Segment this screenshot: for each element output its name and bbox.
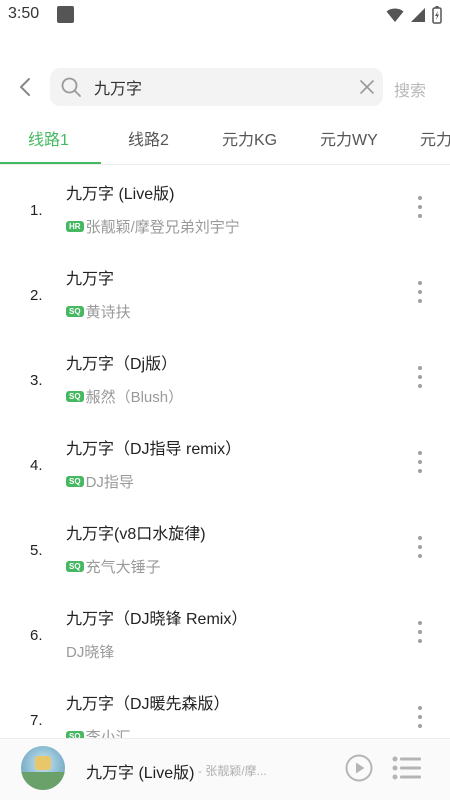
- quality-badge: HR: [66, 221, 84, 232]
- status-bar: 3:50: [0, 0, 450, 32]
- tab-yuanli-wy[interactable]: 元力WY: [320, 126, 378, 150]
- song-index: 7.: [30, 712, 43, 729]
- search-input[interactable]: [94, 68, 354, 106]
- dot-icon: [418, 724, 422, 728]
- search-box: [50, 68, 383, 106]
- dot-icon: [418, 375, 422, 379]
- clear-icon[interactable]: [359, 79, 375, 95]
- song-index: 1.: [30, 202, 43, 219]
- status-icons: [386, 6, 442, 24]
- song-title: 九万字（DJ晓锋 Remix）: [66, 611, 248, 628]
- dot-icon: [418, 299, 422, 303]
- more-options-button[interactable]: [410, 704, 430, 730]
- song-index: 6.: [30, 627, 43, 644]
- song-artist: DJ指导: [85, 474, 134, 491]
- now-playing-artist: - 张靓颖/摩...: [198, 764, 267, 778]
- song-subtitle: SQ 充气大锤子: [66, 556, 161, 577]
- song-artist: 充气大锤子: [85, 559, 161, 576]
- cover-art-figure: [35, 756, 51, 770]
- dot-icon: [418, 451, 422, 455]
- search-button[interactable]: 搜索: [394, 77, 426, 101]
- dot-icon: [418, 715, 422, 719]
- more-options-button[interactable]: [410, 194, 430, 220]
- quality-badge: SQ: [66, 561, 84, 572]
- cover-art-land: [21, 772, 65, 790]
- tab-route-1[interactable]: 线路1: [28, 126, 69, 150]
- song-row[interactable]: 7. 九万字（DJ暖先森版） SQ 李小汇: [0, 676, 450, 738]
- song-list: 1. 九万字 (Live版) HR 张靓颖/摩登兄弟刘宇宁 2. 九万字 SQ …: [0, 166, 450, 738]
- more-options-button[interactable]: [410, 534, 430, 560]
- more-options-button[interactable]: [410, 619, 430, 645]
- chevron-left-icon: [20, 78, 30, 96]
- more-options-button[interactable]: [410, 279, 430, 305]
- song-subtitle: HR 张靓颖/摩登兄弟刘宇宁: [66, 216, 240, 237]
- playlist-icon[interactable]: [392, 756, 422, 780]
- song-title: 九万字: [66, 271, 115, 288]
- dot-icon: [418, 469, 422, 473]
- dot-icon: [418, 205, 422, 209]
- search-icon: [61, 77, 81, 97]
- dot-icon: [418, 281, 422, 285]
- quality-badge: SQ: [66, 306, 84, 317]
- song-row[interactable]: 1. 九万字 (Live版) HR 张靓颖/摩登兄弟刘宇宁: [0, 166, 450, 251]
- song-index: 3.: [30, 372, 43, 389]
- song-artist: 黄诗扶: [85, 304, 131, 321]
- song-subtitle: SQ DJ指导: [66, 471, 134, 492]
- play-icon[interactable]: [345, 754, 373, 782]
- tab-route-2[interactable]: 线路2: [128, 126, 169, 150]
- song-title: 九万字（Dj版）: [66, 356, 178, 373]
- active-tab-indicator: [0, 162, 101, 164]
- dot-icon: [418, 621, 422, 625]
- quality-badge: SQ: [66, 476, 84, 487]
- dot-icon: [418, 460, 422, 464]
- song-row[interactable]: 5. 九万字(v8口水旋律) SQ 充气大锤子: [0, 506, 450, 591]
- battery-icon: [432, 6, 442, 24]
- now-playing-title: 九万字 (Live版): [86, 765, 195, 782]
- song-row[interactable]: 3. 九万字（Dj版） SQ 赧然（Blush）: [0, 336, 450, 421]
- dot-icon: [418, 366, 422, 370]
- quality-badge: SQ: [66, 731, 84, 738]
- dot-icon: [418, 290, 422, 294]
- status-time: 3:50: [8, 5, 40, 22]
- dot-icon: [418, 214, 422, 218]
- song-artist: 李小汇: [85, 729, 131, 738]
- dot-icon: [418, 639, 422, 643]
- more-options-button[interactable]: [410, 449, 430, 475]
- tab-yuanli-kg[interactable]: 元力KG: [222, 126, 277, 150]
- song-row[interactable]: 6. 九万字（DJ晓锋 Remix） DJ晓锋: [0, 591, 450, 676]
- quality-badge: SQ: [66, 391, 84, 402]
- song-title: 九万字 (Live版): [66, 186, 175, 203]
- song-artist: 赧然（Blush）: [85, 389, 184, 406]
- album-cover[interactable]: [21, 746, 65, 790]
- dot-icon: [418, 545, 422, 549]
- song-artist: DJ晓锋: [66, 644, 115, 661]
- notification-icon: [57, 6, 74, 23]
- back-button[interactable]: [12, 74, 38, 100]
- song-index: 5.: [30, 542, 43, 559]
- song-row[interactable]: 2. 九万字 SQ 黄诗扶: [0, 251, 450, 336]
- song-index: 4.: [30, 457, 43, 474]
- wifi-icon: [386, 8, 404, 22]
- dot-icon: [418, 630, 422, 634]
- song-title: 九万字（DJ指导 remix）: [66, 441, 242, 458]
- song-subtitle: SQ 黄诗扶: [66, 301, 131, 322]
- signal-icon: [411, 8, 425, 22]
- song-artist: 张靓颖/摩登兄弟刘宇宁: [85, 219, 240, 236]
- mini-player[interactable]: 九万字 (Live版) - 张靓颖/摩...: [0, 738, 450, 800]
- dot-icon: [418, 196, 422, 200]
- song-subtitle: SQ 赧然（Blush）: [66, 386, 183, 407]
- song-subtitle: SQ 李小汇: [66, 726, 131, 738]
- song-row[interactable]: 4. 九万字（DJ指导 remix） SQ DJ指导: [0, 421, 450, 506]
- tab-yuanli[interactable]: 元力: [420, 126, 450, 150]
- song-title: 九万字(v8口水旋律): [66, 526, 206, 543]
- dot-icon: [418, 554, 422, 558]
- song-index: 2.: [30, 287, 43, 304]
- more-options-button[interactable]: [410, 364, 430, 390]
- dot-icon: [418, 384, 422, 388]
- source-tabs: 线路1 线路2 元力KG 元力WY 元力: [0, 120, 450, 165]
- dot-icon: [418, 706, 422, 710]
- song-subtitle: DJ晓锋: [66, 641, 114, 662]
- dot-icon: [418, 536, 422, 540]
- song-title: 九万字（DJ暖先森版）: [66, 696, 230, 713]
